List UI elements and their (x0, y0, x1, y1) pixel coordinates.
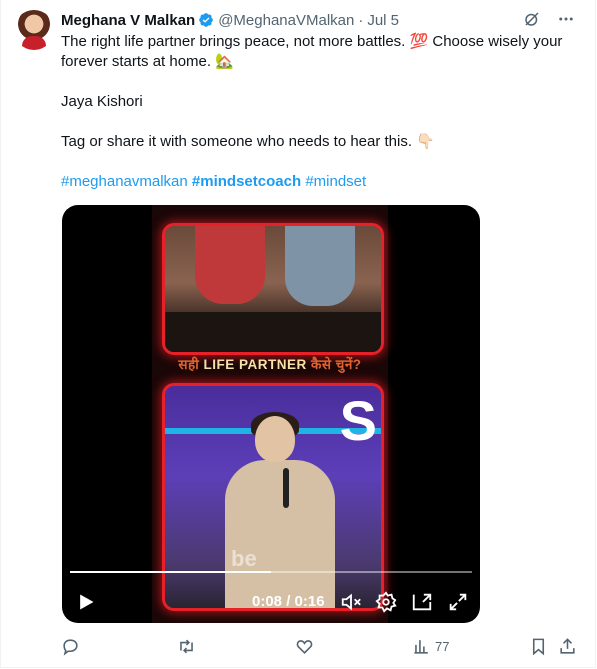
video-table (165, 312, 381, 352)
caption-hindi-1: सही (178, 357, 200, 372)
video-controls: 0:08 / 0:16 (62, 587, 480, 617)
settings-icon[interactable] (375, 591, 397, 613)
grok-icon[interactable] (521, 8, 543, 30)
like-icon (296, 639, 313, 654)
caption-hindi-2: कैसे चुनें? (311, 357, 362, 372)
pip-icon[interactable] (411, 591, 433, 613)
hashtag-link[interactable]: #meghanavmalkan (61, 173, 188, 190)
avatar-shirt (22, 36, 46, 50)
tweet-text-line-3: Tag or share it with someone who needs t… (61, 133, 435, 150)
tweet-actions: 77 (61, 634, 581, 658)
verified-badge-icon (199, 13, 214, 27)
speaker-figure (225, 412, 335, 608)
tweet-text-line-1: The right life partner brings peace, not… (61, 33, 563, 70)
author-name[interactable]: Meghana V Malkan (61, 12, 195, 29)
video-panel-couple (162, 223, 384, 355)
stage-letter: S (339, 389, 377, 452)
author-handle[interactable]: @MeghanaVMalkan (218, 12, 354, 29)
retweet-icon (180, 639, 193, 653)
retweet-button[interactable] (177, 634, 196, 658)
video-panel-speaker: S be (162, 383, 384, 611)
views-button[interactable]: 77 (412, 634, 449, 658)
views-count: 77 (435, 638, 450, 654)
video-frame: सही LIFE PARTNER कैसे चुनें? S be (152, 205, 388, 623)
bookmark-button[interactable] (529, 634, 548, 658)
reply-button[interactable] (61, 634, 80, 658)
video-watermark: be (231, 546, 257, 571)
tweet-date[interactable]: Jul 5 (367, 12, 399, 29)
hashtag-link[interactable]: #mindsetcoach (192, 173, 301, 190)
avatar[interactable] (14, 10, 54, 50)
mute-icon[interactable] (340, 591, 362, 613)
bookmark-icon (532, 638, 545, 655)
fullscreen-icon[interactable] (447, 591, 469, 613)
like-button[interactable] (295, 634, 314, 658)
caption-english: LIFE PARTNER (203, 357, 307, 372)
views-icon (414, 639, 428, 654)
tweet-text: The right life partner brings peace, not… (61, 32, 586, 192)
video-progress-bar[interactable] (70, 571, 472, 573)
video-person (195, 226, 265, 304)
hashtag-link[interactable]: #mindset (305, 173, 366, 190)
share-icon (560, 637, 575, 654)
microphone (283, 468, 289, 508)
speaker-head (255, 416, 295, 462)
hashtag-line: #meghanavmalkan #mindsetcoach #mindset (61, 172, 586, 192)
tweet-text-line-2: Jaya Kishori (61, 93, 143, 110)
video-caption: सही LIFE PARTNER कैसे चुनें? (152, 355, 388, 373)
tweet-header: Meghana V Malkan @MeghanaVMalkan · Jul 5 (61, 10, 399, 30)
top-actions (521, 8, 577, 30)
more-icon[interactable] (555, 8, 577, 30)
reply-icon (63, 638, 78, 656)
video-player[interactable]: सही LIFE PARTNER कैसे चुनें? S be 0:08 /… (62, 205, 480, 623)
tweet-card[interactable]: Meghana V Malkan @MeghanaVMalkan · Jul 5… (0, 0, 596, 668)
separator-dot: · (358, 11, 364, 29)
play-icon[interactable] (76, 591, 96, 613)
share-button[interactable] (558, 634, 577, 658)
video-person (285, 226, 355, 306)
video-time: 0:08 / 0:16 (252, 593, 325, 610)
video-progress-fill (70, 571, 271, 573)
